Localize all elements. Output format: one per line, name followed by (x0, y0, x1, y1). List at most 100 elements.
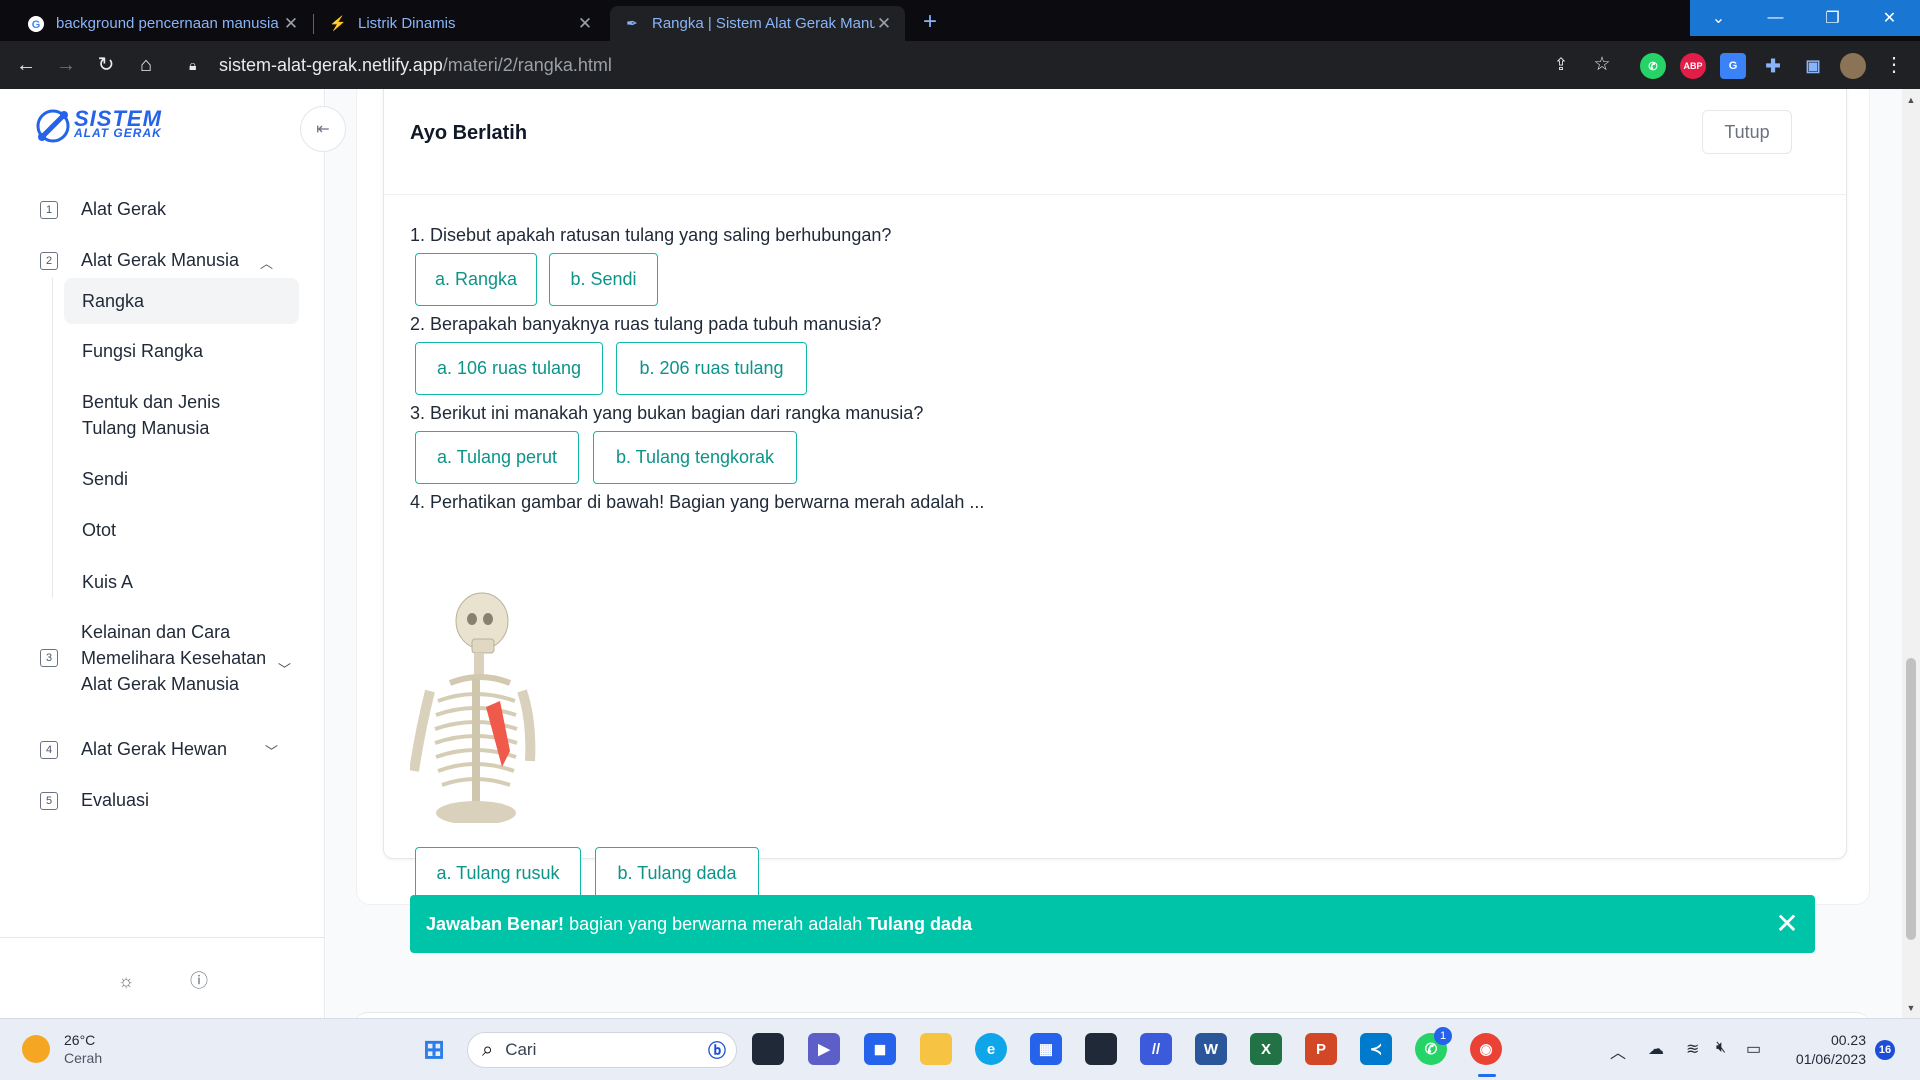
zoom-icon[interactable]: ◼ (864, 1033, 896, 1065)
word-icon[interactable]: W (1195, 1033, 1227, 1065)
sidebar-subitem-otot[interactable]: Otot (82, 517, 116, 543)
bolt-icon: ⚡ (329, 15, 347, 31)
weather-widget[interactable]: 26°C Cerah (22, 1031, 102, 1067)
edge-icon[interactable]: e (975, 1033, 1007, 1065)
tab-listrik-dinamis[interactable]: ⚡ Listrik Dinamis ✕ (316, 6, 606, 41)
answer-option-4b[interactable]: b. Tulang dada (595, 847, 759, 900)
new-tab-icon[interactable]: + (923, 8, 937, 36)
tab-title: Rangka | Sistem Alat Gerak Manu (652, 15, 875, 32)
profile-avatar[interactable] (1840, 53, 1866, 79)
adblock-extension-icon[interactable]: ABP (1680, 53, 1706, 79)
logo-text-line1: SISTEM (74, 106, 162, 131)
url-path: /materi/2/rangka.html (442, 54, 612, 75)
sidebar-subitem-fungsi-rangka[interactable]: Fungsi Rangka (82, 338, 203, 364)
logo-bone-icon (36, 109, 70, 143)
home-icon[interactable]: ⌂ (132, 51, 160, 79)
item-number: 3 (40, 649, 58, 667)
scrollbar-thumb[interactable] (1906, 658, 1916, 940)
active-app-indicator (1478, 1074, 1496, 1077)
reload-icon[interactable]: ↻ (92, 51, 120, 79)
sidebar-item-alat-gerak[interactable]: 1 Alat Gerak (40, 199, 166, 220)
chrome-icon[interactable]: ◉ (1470, 1033, 1502, 1065)
close-tab-icon[interactable]: ✕ (282, 14, 300, 34)
sidebar-subitem-sendi[interactable]: Sendi (82, 466, 128, 492)
modal-header: Ayo Berlatih Tutup (384, 89, 1846, 195)
answer-option-4a[interactable]: a. Tulang rusuk (415, 847, 581, 900)
side-panel-icon[interactable]: ▣ (1800, 53, 1826, 79)
sidebar-item-alat-gerak-hewan[interactable]: 4 Alat Gerak Hewan (40, 739, 227, 760)
tab-background-pencernaan[interactable]: G background pencernaan manusia ✕ (14, 6, 312, 41)
chevron-up-icon[interactable]: ︿ (1610, 1039, 1626, 1063)
sidebar-subitem-rangka[interactable]: Rangka (64, 278, 299, 324)
wifi-icon[interactable]: ≋ (1686, 1039, 1699, 1059)
alert-answer: Tulang dada (867, 913, 972, 934)
answer-option-1b[interactable]: b. Sendi (549, 253, 658, 306)
sidebar-item-evaluasi[interactable]: 5 Evaluasi (40, 790, 149, 811)
alert-strong: Jawaban Benar! (426, 913, 565, 934)
close-alert-icon[interactable]: ✕ (1771, 908, 1803, 940)
search-icon: ⌕ (482, 1038, 494, 1061)
file-explorer-icon[interactable] (920, 1033, 952, 1065)
battery-icon[interactable]: ▭ (1746, 1039, 1761, 1059)
sidebar-subitem-bentuk-jenis[interactable]: Bentuk dan Jenis Tulang Manusia (82, 389, 220, 441)
sidebar-item-alat-gerak-manusia[interactable]: 2 Alat Gerak Manusia (40, 250, 239, 271)
sidebar-subitem-kuis-a[interactable]: Kuis A (82, 569, 133, 595)
alert-text: bagian yang berwarna merah adalah (564, 913, 868, 934)
sidebar-footer: ☼ ⓘ (0, 937, 325, 1018)
onedrive-icon[interactable]: ☁ (1648, 1039, 1664, 1059)
chevron-up-icon[interactable]: ︿ (260, 253, 273, 272)
answer-option-3b[interactable]: b. Tulang tengkorak (593, 431, 797, 484)
taskbar-search[interactable]: ⌕ Cari ⓑ (467, 1032, 737, 1068)
tab-title: background pencernaan manusia (56, 15, 279, 32)
menu-icon[interactable]: ⋮ (1880, 51, 1908, 79)
powerpoint-icon[interactable]: P (1305, 1033, 1337, 1065)
scroll-up-arrow-icon[interactable]: ▲ (1902, 95, 1920, 105)
page-scrollbar[interactable]: ▲ ▼ (1902, 89, 1920, 1018)
notification-count[interactable]: 16 (1875, 1040, 1895, 1060)
store-icon[interactable]: ▦ (1030, 1033, 1062, 1065)
quiz-modal: Ayo Berlatih Tutup 1. Disebut apakah rat… (383, 89, 1847, 953)
translate-extension-icon[interactable]: G (1720, 53, 1746, 79)
chevron-down-icon[interactable]: ﹀ (265, 741, 278, 760)
sticky-notes-icon[interactable] (1085, 1033, 1117, 1065)
sun-theme-icon[interactable]: ☼ (115, 970, 137, 992)
windows-start-icon[interactable]: ⊞ (418, 1033, 450, 1065)
sidebar-item-label: Alat Gerak (81, 199, 167, 219)
scroll-down-arrow-icon[interactable]: ▼ (1902, 1003, 1920, 1013)
restore-icon[interactable]: ❐ (1804, 0, 1861, 36)
collapse-sidebar-button[interactable]: ⇤ (300, 106, 346, 152)
tab-search-icon[interactable]: ⌄ (1690, 0, 1747, 36)
close-window-icon[interactable]: ✕ (1861, 0, 1918, 36)
task-view-icon[interactable] (752, 1033, 784, 1065)
close-tab-icon[interactable]: ✕ (875, 14, 893, 34)
chevron-down-icon[interactable]: ﹀ (278, 659, 291, 678)
minimize-icon[interactable]: — (1747, 0, 1804, 36)
tab-rangka[interactable]: ✒ Rangka | Sistem Alat Gerak Manu ✕ (610, 6, 905, 41)
address-bar[interactable]: 🔒︎ sistem-alat-gerak.netlify.app/materi/… (175, 46, 1575, 84)
whiteboard-icon[interactable]: // (1140, 1033, 1172, 1065)
answer-option-3a[interactable]: a. Tulang perut (415, 431, 579, 484)
browser-toolbar: ← → ↻ ⌂ 🔒︎ sistem-alat-gerak.netlify.app… (0, 41, 1920, 89)
system-clock[interactable]: 00.23 01/06/2023 (1786, 1031, 1866, 1069)
share-icon[interactable]: ⇪ (1547, 51, 1575, 79)
sidebar-item-label: Alat Gerak Manusia (81, 250, 240, 270)
vscode-icon[interactable]: ≺ (1360, 1033, 1392, 1065)
site-icon: ✒ (626, 15, 638, 31)
extensions-icon[interactable]: ✚ (1760, 53, 1786, 79)
volume-muted-icon[interactable]: 🔇︎ (1716, 1039, 1726, 1057)
forward-icon[interactable]: → (52, 51, 80, 79)
answer-option-1a[interactable]: a. Rangka (415, 253, 537, 306)
answer-option-2a[interactable]: a. 106 ruas tulang (415, 342, 603, 395)
back-icon[interactable]: ← (12, 51, 40, 79)
site-logo[interactable]: SISTEM ALAT GERAK (34, 107, 162, 145)
submenu-line (52, 278, 53, 598)
close-tab-icon[interactable]: ✕ (576, 14, 594, 34)
info-icon[interactable]: ⓘ (188, 970, 210, 992)
teams-icon[interactable]: ▶ (808, 1033, 840, 1065)
close-button[interactable]: Tutup (1702, 110, 1792, 154)
whatsapp-extension-icon[interactable]: ✆ (1640, 53, 1666, 79)
excel-icon[interactable]: X (1250, 1033, 1282, 1065)
sidebar-item-kelainan[interactable]: 3 Kelainan dan Cara Memelihara Kesehatan… (40, 619, 266, 697)
bookmark-star-icon[interactable]: ☆ (1588, 51, 1616, 79)
answer-option-2b[interactable]: b. 206 ruas tulang (616, 342, 807, 395)
